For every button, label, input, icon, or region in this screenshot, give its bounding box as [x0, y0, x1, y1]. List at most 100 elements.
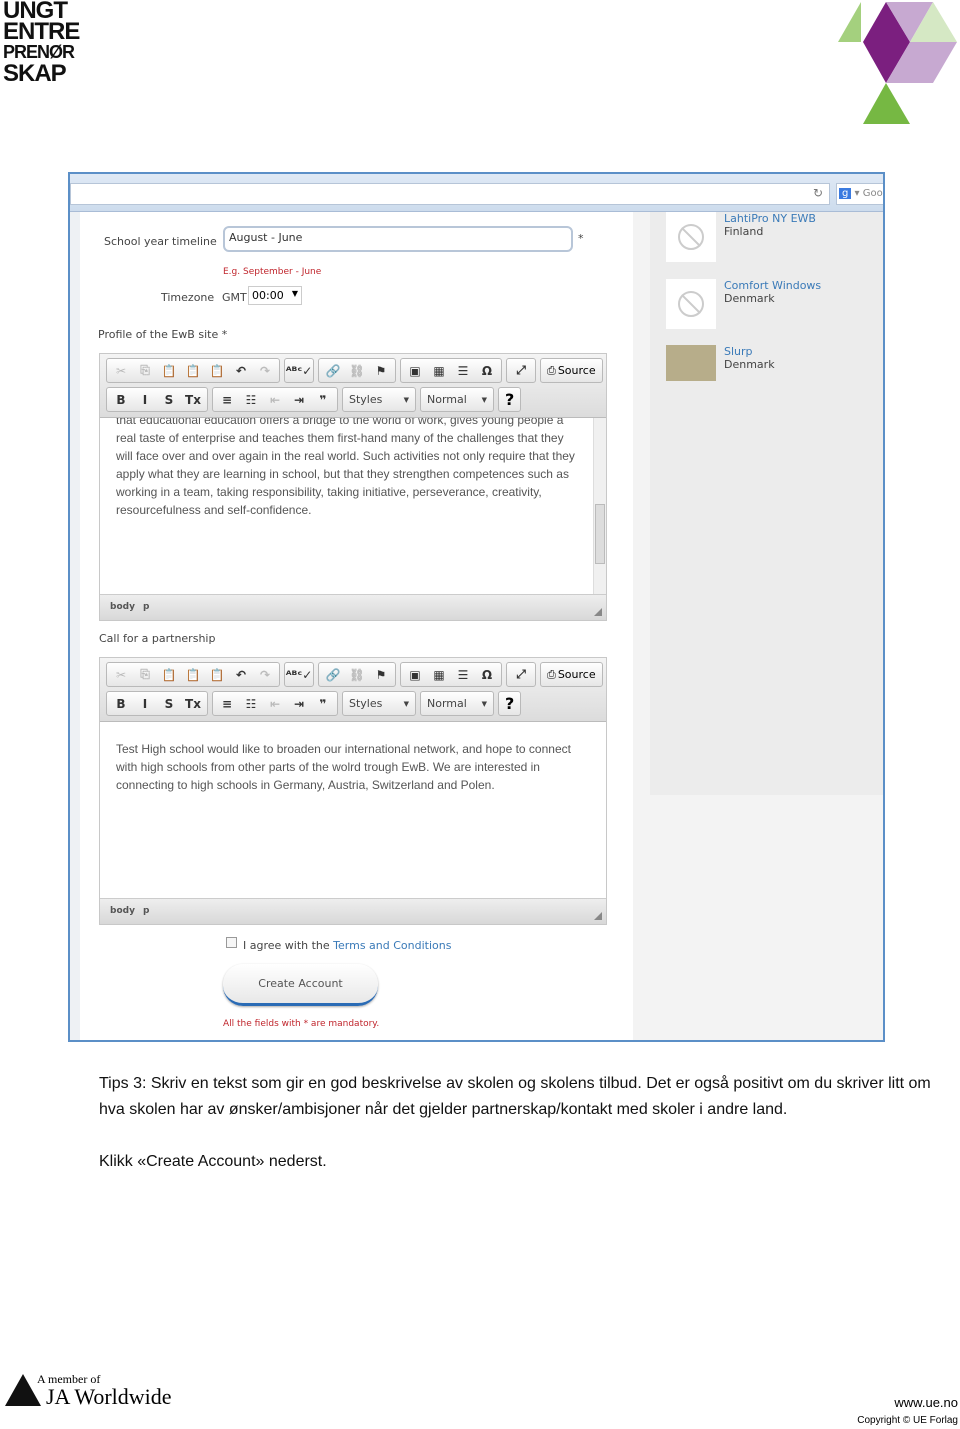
help-button[interactable]: ? — [498, 691, 522, 716]
table-icon[interactable]: ▦ — [428, 665, 450, 685]
search-box[interactable]: g ▾ Goo — [836, 183, 883, 205]
paste-text-icon[interactable]: 📋 — [182, 665, 204, 685]
undo-icon[interactable]: ↶ — [230, 665, 252, 685]
bulleted-list-icon[interactable]: ☷ — [240, 390, 262, 410]
special-char-icon[interactable]: Ω — [476, 361, 498, 381]
redo-icon[interactable]: ↷ — [254, 361, 276, 381]
toolbar-group: ᴬᴮᶜ✓ — [284, 358, 314, 383]
redo-icon[interactable]: ↷ — [254, 665, 276, 685]
numbered-list-icon[interactable]: ≡ — [216, 390, 238, 410]
format-dropdown[interactable]: Normal ▼ — [420, 691, 494, 716]
source-button[interactable]: ⎙ Source — [540, 358, 603, 383]
chevron-down-icon: ▼ — [403, 699, 409, 708]
link-icon[interactable]: 🔗 — [322, 361, 344, 381]
path-body[interactable]: body — [110, 602, 135, 612]
bulleted-list-icon[interactable]: ☷ — [240, 694, 262, 714]
source-button[interactable]: ⎙ Source — [540, 662, 603, 687]
spellcheck-icon[interactable]: ᴬᴮᶜ✓ — [286, 665, 313, 685]
copyright: Copyright © UE Forlag — [857, 1415, 958, 1426]
format-dropdown[interactable]: Normal ▼ — [420, 387, 494, 412]
copy-icon[interactable]: ⎘ — [134, 665, 156, 685]
maximize-icon[interactable]: ⤢ — [510, 361, 532, 381]
blockquote-icon[interactable]: ❞ — [312, 390, 334, 410]
table-icon[interactable]: ▦ — [428, 361, 450, 381]
strike-icon[interactable]: S — [158, 694, 180, 714]
terms-checkbox[interactable] — [226, 937, 237, 948]
browser-toolbar: ↻ g ▾ Goo — [70, 174, 883, 212]
partner-name[interactable]: LahtiPro NY EWB — [724, 212, 816, 225]
timezone-select[interactable]: 00:00 ▼ — [248, 286, 302, 305]
partner-name[interactable]: Slurp — [724, 345, 775, 358]
bold-icon[interactable]: B — [110, 694, 132, 714]
logo-line: ENTRE — [3, 18, 80, 45]
undo-icon[interactable]: ↶ — [230, 361, 252, 381]
partners-sidebar: LahtiPro NY EWB Finland Comfort Windows De… — [650, 212, 883, 795]
blockquote-icon[interactable]: ❞ — [312, 694, 334, 714]
outdent-icon[interactable]: ⇤ — [264, 390, 286, 410]
terms-link[interactable]: Terms and Conditions — [333, 939, 451, 952]
unlink-icon[interactable]: ⛓ — [346, 361, 368, 381]
path-body[interactable]: body — [110, 906, 135, 916]
styles-dropdown[interactable]: Styles ▼ — [342, 387, 416, 412]
create-account-button[interactable]: Create Account — [223, 964, 378, 1006]
partner-name[interactable]: Comfort Windows — [724, 279, 821, 292]
styles-dropdown[interactable]: Styles ▼ — [342, 691, 416, 716]
italic-icon[interactable]: I — [134, 390, 156, 410]
remove-format-icon[interactable]: Tx — [182, 694, 204, 714]
strike-icon[interactable]: S — [158, 390, 180, 410]
paste-text-icon[interactable]: 📋 — [182, 361, 204, 381]
toolbar-group: ✂ ⎘ 📋 📋 📋 ↶ ↷ — [106, 358, 280, 383]
help-button[interactable]: ? — [498, 387, 522, 412]
image-icon[interactable]: ▣ — [404, 665, 426, 685]
cut-icon[interactable]: ✂ — [110, 665, 132, 685]
outdent-icon[interactable]: ⇤ — [264, 694, 286, 714]
address-bar[interactable]: ↻ — [70, 183, 830, 205]
partner-item[interactable]: LahtiPro NY EWB Finland — [666, 212, 816, 262]
unlink-icon[interactable]: ⛓ — [346, 665, 368, 685]
resize-grip-icon[interactable] — [594, 912, 602, 920]
scrollbar-thumb[interactable] — [595, 504, 605, 564]
anchor-icon[interactable]: ⚑ — [370, 361, 392, 381]
toolbar-group: ▣ ▦ ☰ Ω — [400, 358, 502, 383]
image-icon[interactable]: ▣ — [404, 361, 426, 381]
toolbar-group: 🔗 ⛓ ⚑ — [318, 358, 396, 383]
screenshot-frame: ↻ g ▾ Goo School year timeline August - … — [68, 172, 885, 1042]
path-p[interactable]: p — [143, 906, 149, 916]
brand-graphic — [838, 2, 957, 124]
paste-icon[interactable]: 📋 — [158, 361, 180, 381]
editor-toolbar: ✂ ⎘ 📋 📋 📋 ↶ ↷ ᴬᴮᶜ✓ 🔗 ⛓ ⚑ ▣ ▦ ☰ Ω ⤢ ⎙ Source B I S Tx ≡ ☷ ⇤ ⇥ ❞ Sty… — [100, 658, 606, 722]
website: www.ue.no — [894, 1395, 958, 1410]
indent-icon[interactable]: ⇥ — [288, 694, 310, 714]
paste-word-icon[interactable]: 📋 — [206, 361, 228, 381]
paste-icon[interactable]: 📋 — [158, 665, 180, 685]
source-icon: ⎙ — [547, 363, 556, 377]
path-p[interactable]: p — [143, 602, 149, 612]
profile-editor-content[interactable]: that educational education offers a brid… — [100, 418, 606, 594]
link-icon[interactable]: 🔗 — [322, 665, 344, 685]
paste-word-icon[interactable]: 📋 — [206, 665, 228, 685]
horizontal-rule-icon[interactable]: ☰ — [452, 665, 474, 685]
school-year-input[interactable]: August - June — [223, 226, 573, 252]
indent-icon[interactable]: ⇥ — [288, 390, 310, 410]
bold-icon[interactable]: B — [110, 390, 132, 410]
numbered-list-icon[interactable]: ≡ — [216, 694, 238, 714]
maximize-icon[interactable]: ⤢ — [510, 665, 532, 685]
italic-icon[interactable]: I — [134, 694, 156, 714]
ue-logo: UNGT ENTRE PRENØR SKAP — [3, 0, 80, 86]
special-char-icon[interactable]: Ω — [476, 665, 498, 685]
refresh-icon[interactable]: ↻ — [813, 186, 823, 200]
scrollbar[interactable] — [593, 418, 606, 594]
partner-item[interactable]: Comfort Windows Denmark — [666, 279, 821, 329]
partner-item[interactable]: Slurp Denmark — [666, 345, 775, 381]
remove-format-icon[interactable]: Tx — [182, 390, 204, 410]
cut-icon[interactable]: ✂ — [110, 361, 132, 381]
toolbar-group: ⤢ — [506, 358, 536, 383]
copy-icon[interactable]: ⎘ — [134, 361, 156, 381]
resize-grip-icon[interactable] — [594, 608, 602, 616]
spellcheck-icon[interactable]: ᴬᴮᶜ✓ — [286, 361, 313, 381]
horizontal-rule-icon[interactable]: ☰ — [452, 361, 474, 381]
toolbar-group: ≡ ☷ ⇤ ⇥ ❞ — [212, 387, 338, 412]
partnership-editor-content[interactable]: Test High school would like to broaden o… — [100, 722, 606, 898]
anchor-icon[interactable]: ⚑ — [370, 665, 392, 685]
ja-worldwide-logo: A member of JA Worldwide — [4, 1372, 172, 1412]
